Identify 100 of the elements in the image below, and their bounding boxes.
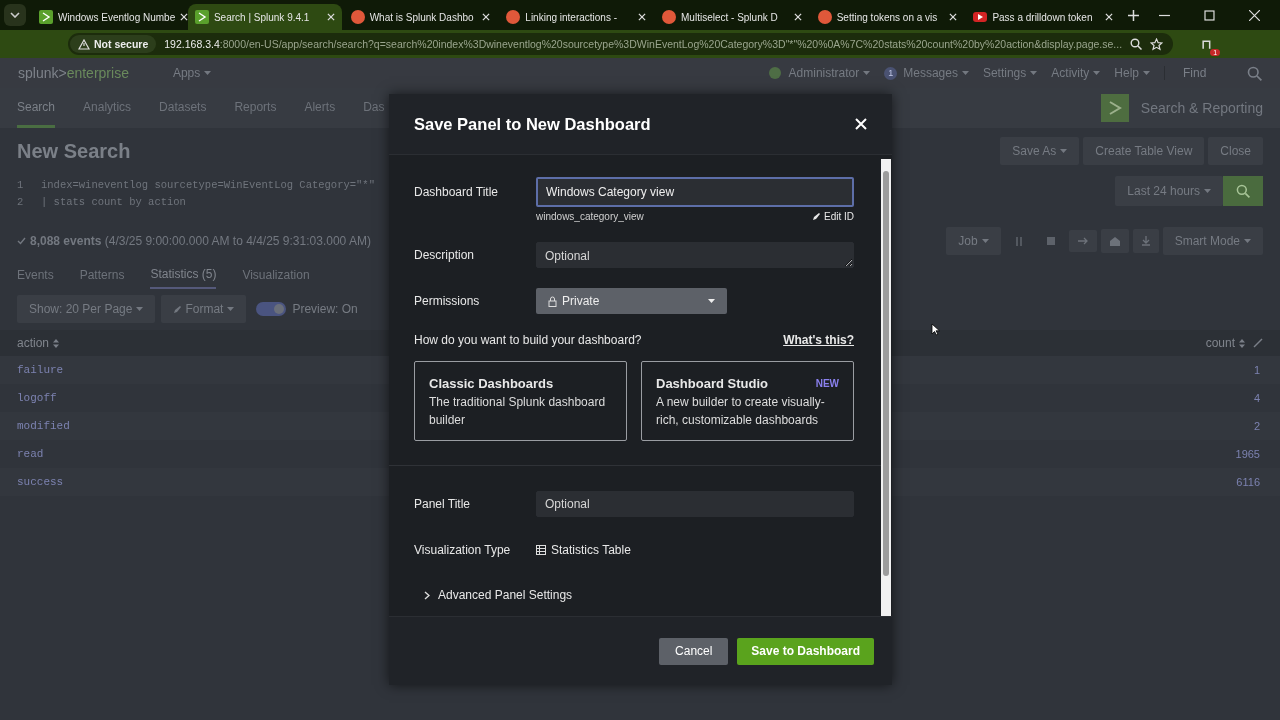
save-button[interactable]: Save to Dashboard xyxy=(737,637,874,665)
dashboard-type-card[interactable]: Dashboard Studio NEW A new builder to create visually-rich, customizable dashboards xyxy=(641,361,854,442)
table-cell[interactable]: failure xyxy=(17,364,64,376)
browser-tab[interactable]: Linking interactions - xyxy=(499,4,653,30)
nav-tab[interactable]: Reports xyxy=(234,88,277,128)
browser-tab[interactable]: Search | Splunk 9.4.1 xyxy=(187,4,342,30)
maximize-icon[interactable] xyxy=(1204,9,1215,21)
format-menu[interactable]: Format xyxy=(161,295,247,323)
caret-icon xyxy=(863,71,871,75)
search-mode-menu[interactable]: Smart Mode xyxy=(1162,227,1263,255)
browser-tab[interactable]: Setting tokens on a vis xyxy=(810,4,965,30)
header-menu[interactable]: Activity xyxy=(1051,66,1101,80)
description-field[interactable]: Optional xyxy=(536,242,854,268)
results-tab[interactable]: Visualization xyxy=(242,262,310,288)
dashboard-type-card[interactable]: Classic Dashboards The traditional Splunk dashboard builder xyxy=(414,361,627,442)
caret-icon xyxy=(981,239,989,243)
browser-tab[interactable]: What is Splunk Dashbo xyxy=(343,4,498,30)
build-question: How do you want to build your dashboard? xyxy=(414,333,642,348)
header-menu[interactable]: Help xyxy=(1114,66,1150,80)
search-icon[interactable] xyxy=(1247,65,1262,81)
browser-tab[interactable]: Pass a drilldown token xyxy=(966,4,1121,30)
field-label: Visualization Type xyxy=(414,543,512,557)
close-icon[interactable] xyxy=(326,13,335,21)
warning-icon xyxy=(78,38,90,50)
field-label: Description xyxy=(414,248,476,262)
sort-icon xyxy=(53,338,60,348)
nav-tab[interactable]: Alerts xyxy=(304,88,336,128)
nav-tab[interactable]: Das xyxy=(363,88,385,128)
zoom-icon[interactable] xyxy=(1130,38,1143,50)
line-number: 2 xyxy=(17,195,25,208)
nav-tab[interactable]: Datasets xyxy=(159,88,207,128)
app-logo-icon xyxy=(1100,94,1129,122)
action-button[interactable]: Save As xyxy=(1000,137,1080,165)
time-picker[interactable]: Last 24 hours xyxy=(1115,176,1223,206)
action-button[interactable]: Create Table View xyxy=(1083,137,1205,165)
card-title: Classic Dashboards xyxy=(429,376,554,392)
house-icon xyxy=(1108,236,1121,246)
edit-id-link[interactable]: Edit ID xyxy=(812,211,854,222)
search-button[interactable] xyxy=(1223,176,1263,206)
caret-icon xyxy=(227,307,235,311)
star-icon[interactable] xyxy=(1150,37,1164,51)
app-title: Search & Reporting xyxy=(1140,100,1263,116)
splunk-logo[interactable]: splunk>enterprise xyxy=(18,65,129,81)
close-icon[interactable] xyxy=(1249,9,1260,21)
table-cell[interactable]: 4 xyxy=(1253,392,1260,404)
browser-tab[interactable]: Windows Eventlog Numbe xyxy=(31,4,186,30)
table-cell[interactable]: 1965 xyxy=(1235,448,1260,460)
tab-title: Windows Eventlog Numbe xyxy=(57,11,176,23)
caret-icon xyxy=(1204,189,1211,193)
caret-icon xyxy=(1143,71,1150,75)
new-tab-icon[interactable] xyxy=(1128,9,1140,21)
column-header[interactable]: action xyxy=(17,336,60,350)
table-cell[interactable]: 2 xyxy=(1253,420,1260,432)
query-line: | stats count by action xyxy=(41,195,186,208)
edit-icon[interactable] xyxy=(1253,338,1263,348)
apps-menu[interactable]: Apps xyxy=(172,66,212,80)
close-icon[interactable] xyxy=(638,13,646,21)
header-menu[interactable]: Administrator xyxy=(788,66,871,80)
close-icon[interactable] xyxy=(180,13,189,21)
field-label: Dashboard Title xyxy=(414,184,500,199)
find-field[interactable]: Find xyxy=(1164,66,1233,80)
panel-title-field[interactable]: Optional xyxy=(536,491,854,517)
help-link[interactable]: What's this? xyxy=(783,333,854,348)
results-tab[interactable]: Patterns xyxy=(79,262,125,288)
advanced-settings-toggle[interactable]: Advanced Panel Settings xyxy=(414,574,854,616)
caret-icon xyxy=(1060,149,1068,153)
table-cell[interactable]: 1 xyxy=(1253,364,1260,376)
splunk-favicon-icon xyxy=(194,10,209,24)
browser-tab[interactable]: Multiselect - Splunk D xyxy=(655,4,809,30)
scrollbar[interactable] xyxy=(881,159,891,616)
table-cell[interactable]: 6116 xyxy=(1236,476,1260,488)
close-icon[interactable] xyxy=(793,13,802,21)
close-icon[interactable] xyxy=(1105,13,1114,21)
header-menu[interactable]: Settings xyxy=(982,66,1038,80)
permissions-dropdown[interactable]: Private xyxy=(536,288,727,314)
nav-tab[interactable]: Analytics xyxy=(83,88,132,128)
results-tab[interactable]: Events xyxy=(17,262,54,288)
results-tab[interactable]: Statistics (5) xyxy=(150,261,217,289)
close-icon[interactable] xyxy=(949,13,958,21)
table-cell[interactable]: read xyxy=(17,448,44,460)
address-field[interactable]: Not secure 192.168.3.4:8000/en-US/app/search/search?q=search%20index%3Dwineventlog%20sourcetype%3DWinEventLog%20Category%3D"*"%20%0A%7C%20stats%20count%20by%20action&display.page.se... xyxy=(68,33,1174,55)
arrow-icon xyxy=(1076,237,1089,245)
table-icon xyxy=(536,545,546,555)
table-cell[interactable]: success xyxy=(17,476,64,488)
header-menu[interactable]: Messages xyxy=(903,66,969,80)
close-icon[interactable] xyxy=(482,13,491,21)
per-page-menu[interactable]: Show: 20 Per Page xyxy=(17,295,156,323)
security-chip[interactable]: Not secure xyxy=(70,35,157,53)
dashboard-title-field[interactable]: Windows Category view xyxy=(536,177,854,207)
table-cell[interactable]: modified xyxy=(17,420,70,432)
action-button[interactable]: Close xyxy=(1208,137,1263,165)
message-count: 1 xyxy=(884,66,898,80)
column-header[interactable]: count xyxy=(1205,336,1245,350)
nav-tab[interactable]: Search xyxy=(17,88,56,128)
cancel-button[interactable]: Cancel xyxy=(659,637,729,665)
tab-search-button[interactable] xyxy=(4,4,26,26)
preview-toggle[interactable] xyxy=(256,302,287,316)
table-cell[interactable]: logoff xyxy=(17,392,57,404)
job-menu[interactable]: Job xyxy=(946,227,1001,255)
caret-icon xyxy=(1093,71,1101,75)
